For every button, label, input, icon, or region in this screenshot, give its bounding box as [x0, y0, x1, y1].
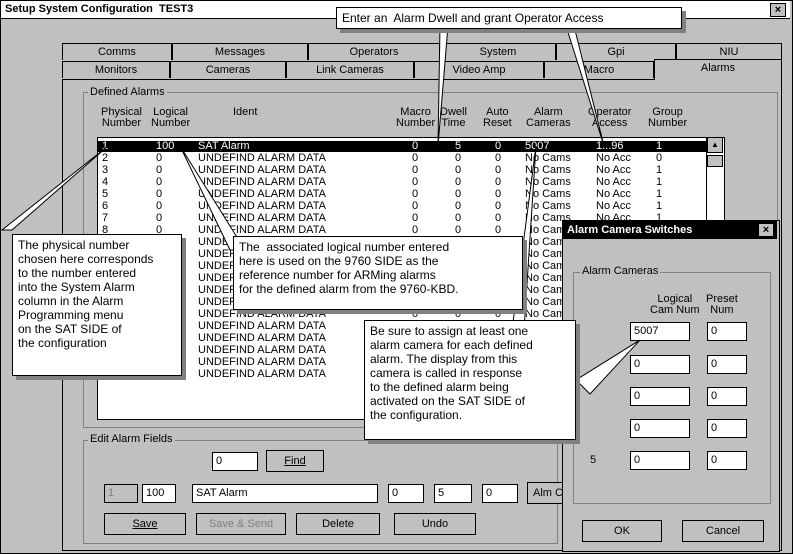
callout-dwell-access: Enter an Alarm Dwell and grant Operator … — [336, 7, 682, 29]
physical-callout-pointer — [0, 145, 109, 231]
callout-logical-number: The associated logical number entered he… — [233, 236, 523, 310]
callout-physical-number: The physical number chosen here correspo… — [12, 234, 182, 376]
logical-callout-pointer — [179, 145, 246, 251]
tab-alarms[interactable]: Alarms — [654, 59, 782, 80]
camera-field-pointer — [575, 339, 641, 395]
access-callout-pointer — [565, 25, 605, 147]
dwell-callout-pointer — [437, 25, 449, 147]
callout-alarm-camera: Be sure to assign at least one alarm cam… — [364, 320, 576, 440]
